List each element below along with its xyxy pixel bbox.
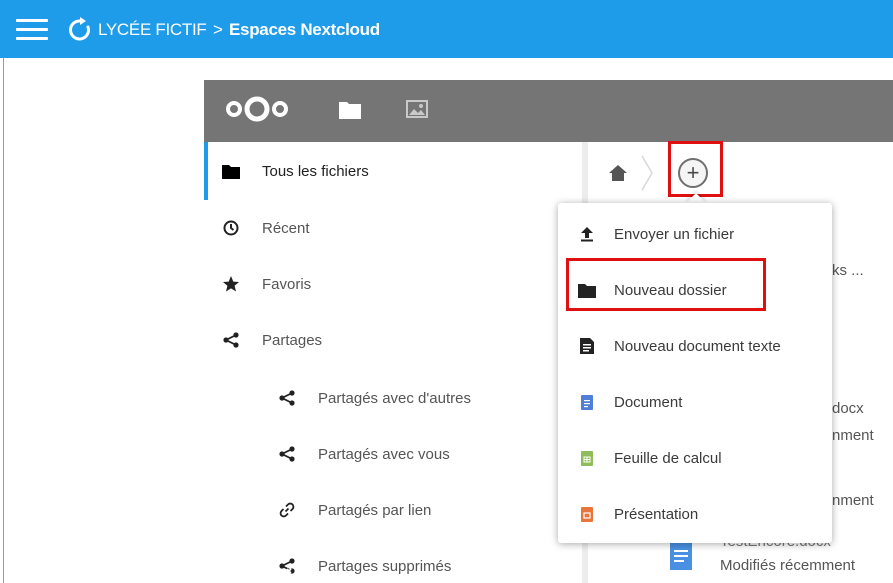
sidebar-item-label: Partages [262, 331, 323, 349]
bg-text: nment [832, 492, 874, 509]
sidebar-item-shares[interactable]: Partages [204, 312, 582, 368]
bg-text: ks ... [832, 262, 864, 279]
presentation-icon [578, 505, 596, 523]
upload-icon [578, 225, 596, 243]
page-border [3, 58, 4, 583]
share-icon [222, 331, 240, 349]
link-icon [278, 501, 296, 519]
star-icon [222, 275, 240, 293]
sidebar-item-favorites[interactable]: Favoris [204, 256, 582, 312]
chevron-right-icon [641, 155, 653, 191]
document-icon [578, 393, 596, 411]
bg-text: nment [832, 427, 874, 444]
hamburger-menu-icon[interactable] [16, 19, 48, 41]
share-icon [278, 389, 296, 407]
menu-item-document[interactable]: Document [558, 374, 832, 430]
sidebar-item-all-files[interactable]: Tous les fichiers [204, 143, 582, 199]
title-bold: Espaces Nextcloud [229, 20, 380, 39]
sidebar-item-label: Récent [262, 219, 310, 237]
sidebar-item-label: Tous les fichiers [262, 162, 369, 180]
app-title[interactable]: LYCÉE FICTIF > Espaces Nextcloud [98, 20, 380, 40]
menu-item-label: Document [614, 393, 683, 411]
title-separator: > [212, 20, 223, 39]
bg-text: docx [832, 400, 864, 417]
nextcloud-header [204, 80, 893, 142]
title-prefix: LYCÉE FICTIF [98, 20, 207, 39]
menu-item-new-text-document[interactable]: Nouveau document texte [558, 318, 832, 374]
new-button-highlight [668, 141, 723, 197]
files-folder-icon[interactable] [338, 100, 362, 120]
menu-item-label: Présentation [614, 505, 699, 523]
photos-icon[interactable] [406, 100, 428, 118]
sidebar-item-recent[interactable]: Récent [204, 200, 582, 256]
file-status: Modifiés récemment [720, 557, 856, 574]
refresh-logo-icon [69, 17, 90, 41]
document-file-icon [670, 540, 692, 570]
home-icon[interactable] [608, 164, 628, 182]
sidebar-item-label: Favoris [262, 275, 312, 293]
sidebar-item-shared-by-link[interactable]: Partagés par lien [204, 482, 582, 538]
sidebar-item-label: Partagés avec vous [318, 445, 450, 463]
top-bar: LYCÉE FICTIF > Espaces Nextcloud [0, 0, 893, 58]
folder-icon [222, 162, 240, 180]
sidebar-item-label: Partagés avec d'autres [318, 389, 471, 407]
share-deleted-icon [278, 557, 296, 575]
text-document-icon [578, 337, 596, 355]
sidebar-item-shared-with-you[interactable]: Partagés avec vous [204, 426, 582, 482]
spreadsheet-icon [578, 449, 596, 467]
menu-item-label: Envoyer un fichier [614, 225, 735, 243]
breadcrumb: + [588, 142, 893, 202]
menu-item-presentation[interactable]: Présentation [558, 486, 832, 542]
nextcloud-logo-icon[interactable] [222, 94, 292, 124]
menu-item-label: Feuille de calcul [614, 449, 722, 467]
new-folder-highlight [566, 258, 766, 311]
clock-icon [222, 219, 240, 237]
sidebar-item-deleted-shares[interactable]: Partages supprimés [204, 538, 582, 583]
menu-item-label: Nouveau document texte [614, 337, 781, 355]
sidebar-item-label: Partagés par lien [318, 501, 432, 519]
new-menu: Envoyer un fichier Nouveau dossier Nouve… [558, 203, 832, 543]
menu-item-upload[interactable]: Envoyer un fichier [558, 206, 832, 262]
sidebar-item-shared-with-others[interactable]: Partagés avec d'autres [204, 370, 582, 426]
share-icon [278, 445, 296, 463]
sidebar-item-label: Partages supprimés [318, 557, 452, 575]
menu-item-spreadsheet[interactable]: Feuille de calcul [558, 430, 832, 486]
